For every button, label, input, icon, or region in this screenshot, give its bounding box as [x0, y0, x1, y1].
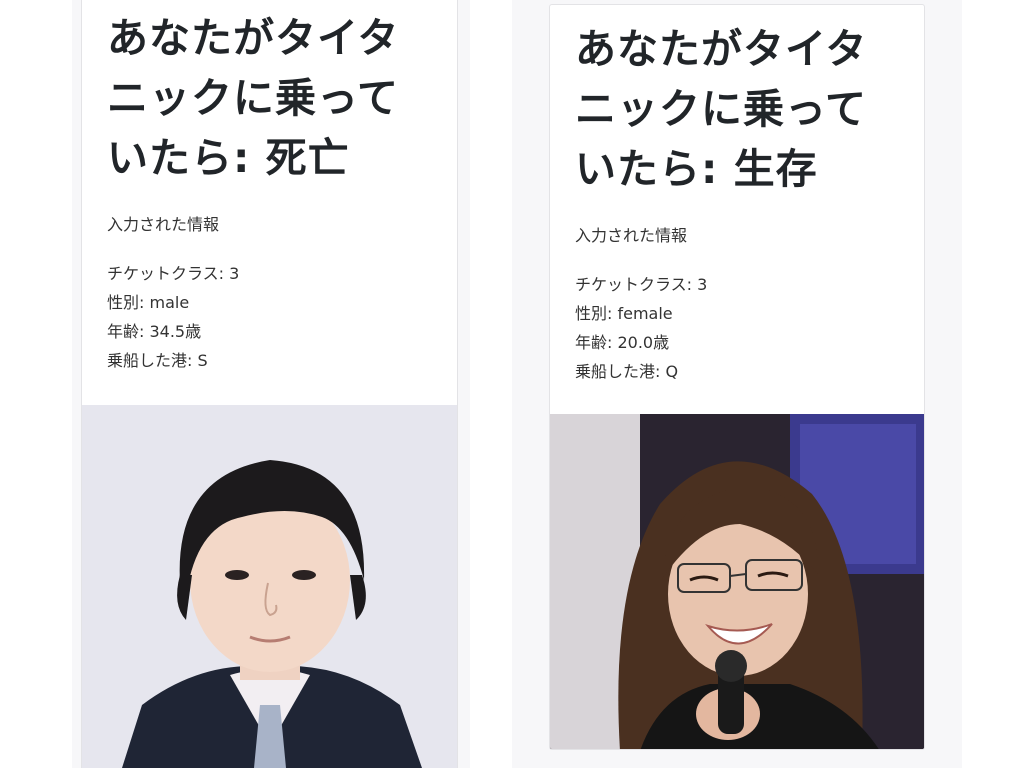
info-heading: 入力された情報 [107, 215, 220, 234]
info-age: 年齢: 20.0歳 [575, 333, 670, 352]
card-body: あなたがタイタニックに乗っていたら: 生存 入力された情報 チケットクラス: 3… [550, 5, 924, 386]
info-sex: 性別: female [575, 304, 673, 323]
info-embarked: 乗船した港: Q [575, 362, 679, 381]
person-photo-man [82, 405, 457, 768]
info-list: チケットクラス: 3 性別: female 年齢: 20.0歳 乗船した港: Q [575, 270, 900, 386]
person-photo-woman [550, 414, 924, 749]
result-card-right: あなたがタイタニックに乗っていたら: 生存 入力された情報 チケットクラス: 3… [549, 4, 925, 750]
info-sex: 性別: male [107, 293, 190, 312]
result-card-left: あなたがタイタニックに乗っていたら: 死亡 入力された情報 チケットクラス: 3… [81, 0, 458, 768]
info-embarked: 乗船した港: S [107, 351, 208, 370]
info-ticket-class: チケットクラス: 3 [575, 275, 708, 294]
result-title: あなたがタイタニックに乗っていたら: 生存 [575, 25, 868, 193]
screenshot-stage: あなたがタイタニックに乗っていたら: 死亡 入力された情報 チケットクラス: 3… [0, 0, 1024, 768]
info-heading: 入力された情報 [575, 226, 688, 245]
card-body: あなたがタイタニックに乗っていたら: 死亡 入力された情報 チケットクラス: 3… [82, 0, 457, 375]
info-age: 年齢: 34.5歳 [107, 322, 202, 341]
info-ticket-class: チケットクラス: 3 [107, 264, 240, 283]
info-list: チケットクラス: 3 性別: male 年齢: 34.5歳 乗船した港: S [107, 259, 433, 375]
result-title: あなたがタイタニックに乗っていたら: 死亡 [107, 14, 400, 182]
